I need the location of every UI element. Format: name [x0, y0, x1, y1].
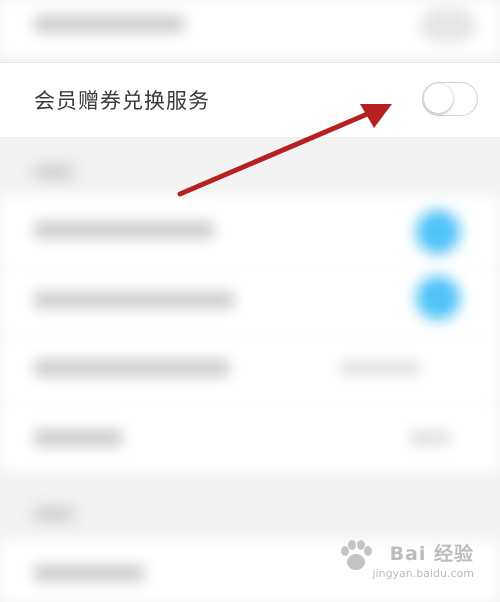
settings-row-coupon-exchange[interactable]: 会员赠券兑换服务: [0, 62, 500, 138]
paw-logo-icon: [341, 540, 372, 570]
toggle-knob: [424, 84, 453, 113]
coupon-exchange-toggle[interactable]: [422, 82, 478, 116]
baidu-jingyan-watermark: Bai 经验 jingyan.baidu.com: [341, 539, 474, 580]
watermark-title: Bai 经验: [389, 543, 474, 565]
watermark-url: jingyan.baidu.com: [372, 567, 474, 580]
coupon-exchange-label: 会员赠券兑换服务: [34, 89, 210, 113]
